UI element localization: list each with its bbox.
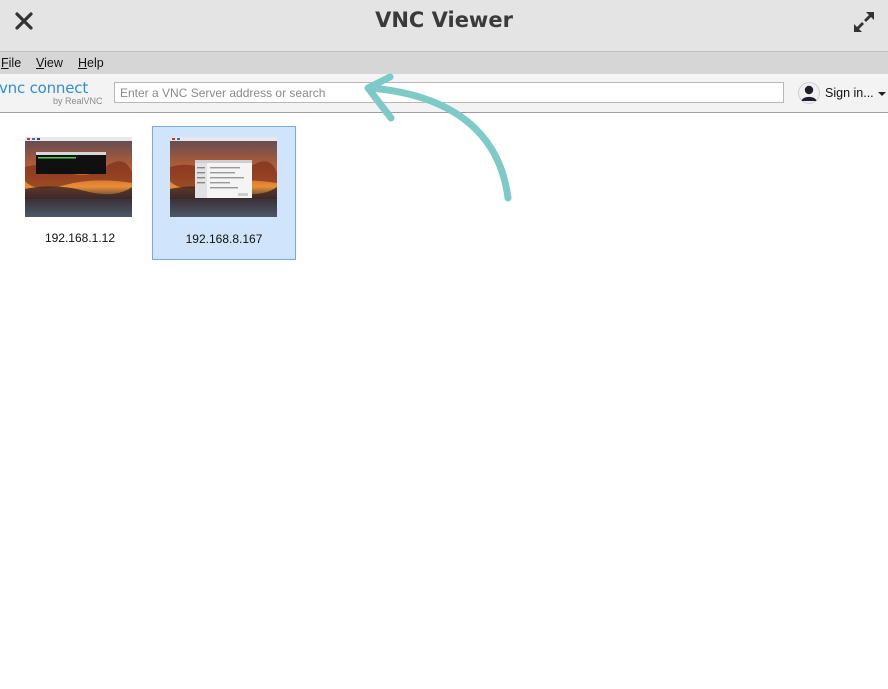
caret-down-icon[interactable] <box>878 92 886 96</box>
server-tile[interactable]: 192.168.1.12 <box>8 126 152 260</box>
server-address: 192.168.1.12 <box>44 231 116 245</box>
menu-view[interactable]: View <box>36 56 63 70</box>
sign-in-label: Sign in... <box>825 86 874 100</box>
annotation-arrow-icon <box>364 73 512 202</box>
server-tile-selected[interactable]: 192.168.8.167 <box>152 126 296 260</box>
window-title: VNC Viewer <box>375 8 513 32</box>
menu-help[interactable]: Help <box>78 56 104 70</box>
server-thumbnail <box>170 137 277 217</box>
vnc-connect-logo: vnc connect by RealVNC <box>0 79 106 109</box>
menu-file[interactable]: File <box>1 56 21 70</box>
logo-wordmark: vnc connect <box>0 79 88 97</box>
server-address: 192.168.8.167 <box>185 232 263 246</box>
title-bar: VNC Viewer <box>0 0 888 52</box>
user-icon <box>798 82 820 104</box>
server-thumbnail <box>25 137 132 217</box>
logo-byline: by RealVNC <box>53 96 103 106</box>
expand-icon[interactable] <box>851 9 877 35</box>
